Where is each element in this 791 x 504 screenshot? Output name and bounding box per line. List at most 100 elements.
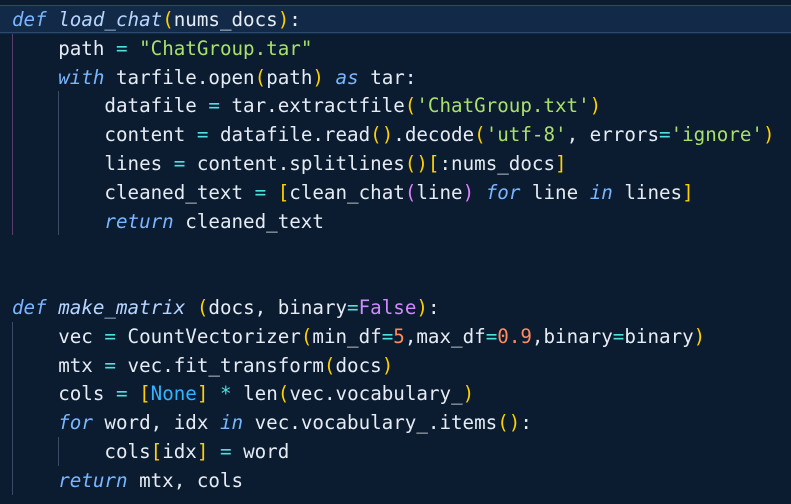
code-token: mtx, cols xyxy=(127,468,244,492)
code-line[interactable]: mtx = vec.fit_transform(docs) xyxy=(0,351,791,380)
code-line-text: def make_matrix (docs, binary=False): xyxy=(12,293,440,322)
code-token: make_matrix xyxy=(58,296,186,319)
code-token: "ChatGroup.tar" xyxy=(139,36,313,60)
code-line-text: cols[idx] = word xyxy=(12,437,289,466)
code-token: cols xyxy=(12,440,151,463)
code-line[interactable]: path = "ChatGroup.tar" xyxy=(0,34,791,63)
code-token: ) xyxy=(416,152,428,175)
code-line[interactable]: return cleaned_text xyxy=(0,207,791,236)
code-token: [ xyxy=(277,180,290,204)
code-line-text: with tarfile.open(path) as tar: xyxy=(12,63,416,92)
code-token: ,max_df xyxy=(404,324,486,348)
code-token: = xyxy=(115,36,128,60)
code-line[interactable]: cleaned_text = [clean_chat(line) for lin… xyxy=(0,178,791,207)
code-token: ] xyxy=(682,180,694,204)
code-token: nums_docs xyxy=(173,8,278,31)
code-token: line xyxy=(416,180,463,204)
code-line[interactable]: cols[idx] = word xyxy=(0,437,791,466)
code-token: mtx xyxy=(12,353,105,377)
code-token: lines xyxy=(612,180,683,204)
code-token: CountVectorizer xyxy=(115,324,301,348)
code-line-text: mtx = vec.fit_transform(docs) xyxy=(12,351,393,380)
code-token: return xyxy=(58,468,128,492)
code-token: ) xyxy=(762,123,775,147)
code-token: : xyxy=(520,411,532,435)
code-token: : xyxy=(427,296,440,319)
code-line[interactable]: datafile = tar.extractfile('ChatGroup.tx… xyxy=(0,91,791,120)
code-token: datafile xyxy=(12,94,209,118)
code-token: = xyxy=(659,123,671,147)
code-token: path xyxy=(12,36,116,60)
code-line[interactable]: for word, idx in vec.vocabulary_.items()… xyxy=(0,408,791,437)
code-token: return xyxy=(104,209,174,233)
code-token: ] xyxy=(196,440,209,463)
code-token: 'ignore' xyxy=(670,123,763,147)
code-line[interactable]: with tarfile.open(path) as tar: xyxy=(0,63,791,92)
code-line-text: vec = CountVectorizer(min_df=5,max_df=0.… xyxy=(12,322,705,351)
code-line-text: cols = [None] * len(vec.vocabulary_) xyxy=(12,379,474,408)
code-line-text: return mtx, cols xyxy=(12,466,243,495)
code-token: content xyxy=(12,123,197,147)
code-token: = xyxy=(196,123,209,147)
code-line[interactable] xyxy=(0,264,791,293)
code-token: tarfile.open xyxy=(104,65,255,89)
code-token: ( xyxy=(277,382,290,406)
code-line[interactable]: def load_chat(nums_docs): xyxy=(0,5,791,34)
code-token: = xyxy=(381,324,394,348)
code-token: ) xyxy=(462,382,475,406)
code-line[interactable] xyxy=(0,235,791,264)
code-line[interactable]: cols = [None] * len(vec.vocabulary_) xyxy=(0,379,791,408)
code-token: docs xyxy=(335,353,382,377)
code-line[interactable]: lines = content.splitlines()[:nums_docs] xyxy=(0,149,791,178)
code-token: for xyxy=(485,180,521,204)
code-line[interactable]: def make_matrix (docs, binary=False): xyxy=(0,293,791,322)
code-token: ) xyxy=(693,324,706,348)
code-token: cleaned_text xyxy=(173,209,324,233)
code-token: vec xyxy=(12,324,105,348)
code-token: None xyxy=(150,382,197,406)
code-token: ( xyxy=(404,180,417,204)
code-token: : xyxy=(289,8,301,31)
code-line[interactable]: vec = CountVectorizer(min_df=5,max_df=0.… xyxy=(0,322,791,351)
code-line-text: content = datafile.read().decode('utf-8'… xyxy=(12,120,775,149)
code-token: ) xyxy=(508,411,521,435)
code-token: docs, binary xyxy=(208,296,348,319)
code-token: vec.fit_transform xyxy=(115,353,324,377)
code-token: ( xyxy=(300,324,313,348)
code-token: = xyxy=(254,180,267,204)
code-token: tar.extractfile xyxy=(219,94,405,118)
code-token: idx xyxy=(162,440,197,463)
code-token: ( xyxy=(404,94,417,118)
code-token: ( xyxy=(254,65,267,89)
code-token: [ xyxy=(427,152,440,175)
code-line-text: path = "ChatGroup.tar" xyxy=(12,34,312,63)
code-token: ( xyxy=(474,123,486,147)
code-editor[interactable]: def load_chat(nums_docs): path = "ChatGr… xyxy=(0,0,791,504)
code-token: * xyxy=(220,382,232,406)
code-token: def xyxy=(12,8,47,31)
code-token: ) xyxy=(589,94,602,118)
code-token: 'utf-8' xyxy=(485,123,567,147)
code-token: cleaned_text xyxy=(12,180,255,204)
code-line-text: datafile = tar.extractfile('ChatGroup.tx… xyxy=(12,91,601,120)
code-token: ] xyxy=(196,382,209,406)
code-token: ( xyxy=(404,152,417,175)
code-line-text: lines = content.splitlines()[:nums_docs] xyxy=(12,149,566,178)
code-line[interactable]: return mtx, cols xyxy=(0,466,791,495)
code-line[interactable]: content = datafile.read().decode('utf-8'… xyxy=(0,120,791,149)
code-token: ) xyxy=(381,123,394,147)
code-token: 0.9 xyxy=(497,324,532,348)
code-token: line xyxy=(520,180,590,204)
code-token: = xyxy=(612,324,625,348)
code-token: cols xyxy=(12,382,116,406)
code-token: = xyxy=(104,353,116,377)
code-token: content.splitlines xyxy=(185,152,405,175)
code-token: ( xyxy=(370,123,382,147)
